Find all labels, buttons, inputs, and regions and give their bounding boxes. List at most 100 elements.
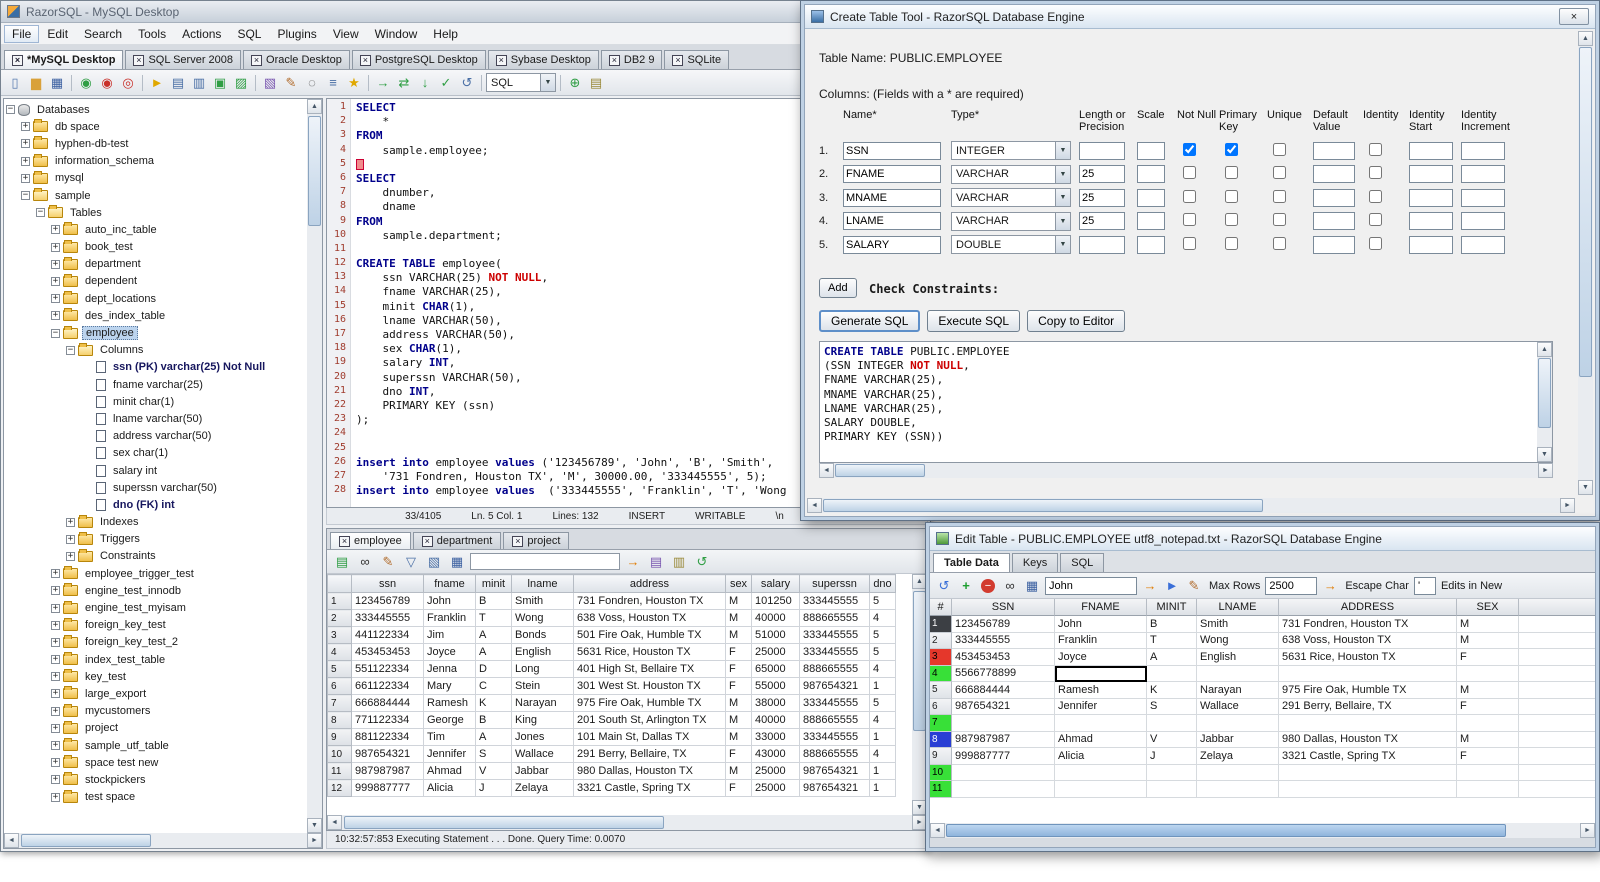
identity-increment-input[interactable]: [1461, 141, 1505, 160]
edit-tab-keys[interactable]: Keys: [1011, 553, 1059, 572]
length-input[interactable]: [1079, 212, 1125, 231]
cell[interactable]: 453453453: [351, 643, 424, 661]
dialog-horizontal-scrollbar[interactable]: ◄ ►: [807, 498, 1575, 513]
validate-icon[interactable]: ✓: [436, 73, 456, 93]
cell[interactable]: M: [725, 609, 752, 627]
cell[interactable]: 987987987: [351, 762, 424, 780]
edit-search-input[interactable]: [1045, 576, 1137, 595]
cell[interactable]: S: [475, 745, 512, 763]
expand-icon[interactable]: +: [51, 311, 60, 321]
edit-cell[interactable]: [1279, 665, 1457, 682]
edit-cell[interactable]: 980 Dallas, Houston TX: [1279, 731, 1457, 748]
tree-item[interactable]: + Triggers: [4, 531, 307, 548]
cell[interactable]: B: [475, 592, 512, 610]
edit-cell[interactable]: [952, 781, 1055, 798]
edit-cell[interactable]: [1147, 781, 1197, 798]
edit-cell[interactable]: F: [1457, 748, 1519, 765]
scroll-right-icon[interactable]: ►: [1580, 823, 1595, 838]
max-rows-input[interactable]: [1265, 576, 1318, 595]
connection-tab--mysql-desktop[interactable]: × *MySQL Desktop: [4, 50, 124, 69]
edit-cell[interactable]: [1197, 764, 1279, 781]
edit-column-header-lname[interactable]: LNAME: [1197, 599, 1279, 616]
length-input[interactable]: [1079, 165, 1125, 184]
scroll-thumb[interactable]: [946, 824, 1506, 837]
save-edits-icon[interactable]: ▦: [1022, 576, 1042, 596]
create-table-titlebar[interactable]: Create Table Tool - RazorSQL Database En…: [805, 5, 1595, 29]
edit-cell[interactable]: [952, 764, 1055, 781]
close-tab-icon[interactable]: ×: [672, 54, 684, 66]
tree-item[interactable]: + des_index_table: [4, 307, 307, 324]
chevron-down-icon[interactable]: ▼: [540, 74, 555, 91]
not-null-checkbox[interactable]: [1183, 166, 1196, 180]
edit-table-row[interactable]: 7: [930, 715, 1595, 732]
menu-view[interactable]: View: [325, 25, 367, 43]
expand-icon[interactable]: +: [21, 122, 30, 132]
results-column-fname[interactable]: fname: [423, 574, 476, 593]
edit-cell[interactable]: 5631 Rice, Houston TX: [1279, 649, 1457, 666]
edit-cell[interactable]: M: [1457, 616, 1519, 633]
tree-item[interactable]: + foreign_key_test: [4, 617, 307, 634]
cell[interactable]: 401 High St, Bellaire TX: [573, 660, 726, 678]
column-type-combo[interactable]: DOUBLE ▼: [951, 235, 1071, 255]
cell[interactable]: 65000: [751, 660, 800, 678]
main-titlebar[interactable]: RazorSQL - MySQL Desktop: [1, 1, 930, 23]
edit-cell[interactable]: Joyce: [1055, 649, 1147, 666]
cell[interactable]: Bonds: [511, 626, 574, 644]
scroll-left-icon[interactable]: ◄: [327, 815, 342, 830]
cell[interactable]: 987654321: [799, 677, 870, 695]
cell[interactable]: Long: [511, 660, 574, 678]
expand-icon[interactable]: +: [51, 259, 60, 269]
cell[interactable]: 888665555: [799, 609, 870, 627]
import-data-icon[interactable]: ▥: [189, 73, 209, 93]
column-name-input[interactable]: [843, 212, 941, 231]
cell[interactable]: M: [725, 711, 752, 729]
chevron-down-icon[interactable]: ▼: [1055, 189, 1070, 207]
edit-cell[interactable]: M: [1457, 632, 1519, 649]
scroll-thumb[interactable]: [1579, 47, 1592, 377]
cell[interactable]: 5: [869, 643, 896, 661]
results-row[interactable]: 11 987987987 Ahmad V Jabbar 980 Dallas, Houst…: [327, 762, 896, 780]
edit-cell[interactable]: 987987987: [952, 731, 1055, 748]
sql-preview[interactable]: CREATE TABLE PUBLIC.EMPLOYEE (SSN INTEGER…: [819, 341, 1553, 463]
scale-input[interactable]: [1137, 188, 1165, 207]
edit-table-row[interactable]: 6 987654321 Jennifer S Wallace 291 Berry, Bel…: [930, 698, 1595, 715]
edit-cell[interactable]: English: [1197, 649, 1279, 666]
edit-cell[interactable]: 5566778899: [952, 665, 1055, 682]
edit-column-header-num[interactable]: #: [930, 599, 952, 616]
edit-cell[interactable]: Zelaya: [1197, 748, 1279, 765]
edit-column-header-minit[interactable]: MINIT: [1147, 599, 1197, 616]
tree-item[interactable]: minit char(1): [4, 393, 307, 410]
copy-icon[interactable]: ▧: [260, 73, 280, 93]
cell[interactable]: 3321 Castle, Spring TX: [573, 779, 726, 797]
close-tab-icon[interactable]: ×: [359, 54, 371, 66]
tree-item[interactable]: superssn varchar(50): [4, 479, 307, 496]
filter-icon[interactable]: ▽: [401, 552, 421, 572]
scroll-thumb[interactable]: [344, 816, 664, 829]
cell[interactable]: 40000: [751, 609, 800, 627]
edit-table-icon[interactable]: ▤: [646, 552, 666, 572]
edit-table-titlebar[interactable]: Edit Table - PUBLIC.EMPLOYEE utf8_notepa…: [930, 527, 1595, 551]
edit-cell[interactable]: [1147, 764, 1197, 781]
expand-icon[interactable]: +: [51, 586, 60, 596]
edit-cell[interactable]: Franklin: [1055, 632, 1147, 649]
describe-table-icon[interactable]: ▥: [669, 552, 689, 572]
primary-key-checkbox[interactable]: [1225, 166, 1238, 180]
cell[interactable]: Jim: [423, 626, 476, 644]
edit-cell[interactable]: M: [1457, 682, 1519, 699]
cell[interactable]: A: [475, 643, 512, 661]
cell[interactable]: 333445555: [799, 592, 870, 610]
results-column-sex[interactable]: sex: [725, 574, 752, 593]
cell[interactable]: 4: [869, 711, 896, 729]
cell[interactable]: 881122334: [351, 728, 424, 746]
edit-cell[interactable]: Jennifer: [1055, 698, 1147, 715]
edit-table-row[interactable]: 8 987987987 Ahmad V Jabbar 980 Dallas, Housto…: [930, 731, 1595, 748]
cell[interactable]: A: [475, 728, 512, 746]
scroll-thumb[interactable]: [21, 834, 151, 847]
glasses-icon[interactable]: ∞: [355, 552, 375, 572]
not-null-checkbox[interactable]: [1183, 189, 1196, 203]
cell[interactable]: 975 Fire Oak, Humble TX: [573, 694, 726, 712]
cell[interactable]: Jennifer: [423, 745, 476, 763]
edit-cell[interactable]: T: [1147, 632, 1197, 649]
expand-icon[interactable]: +: [51, 792, 60, 802]
close-tab-icon[interactable]: ×: [339, 535, 350, 547]
